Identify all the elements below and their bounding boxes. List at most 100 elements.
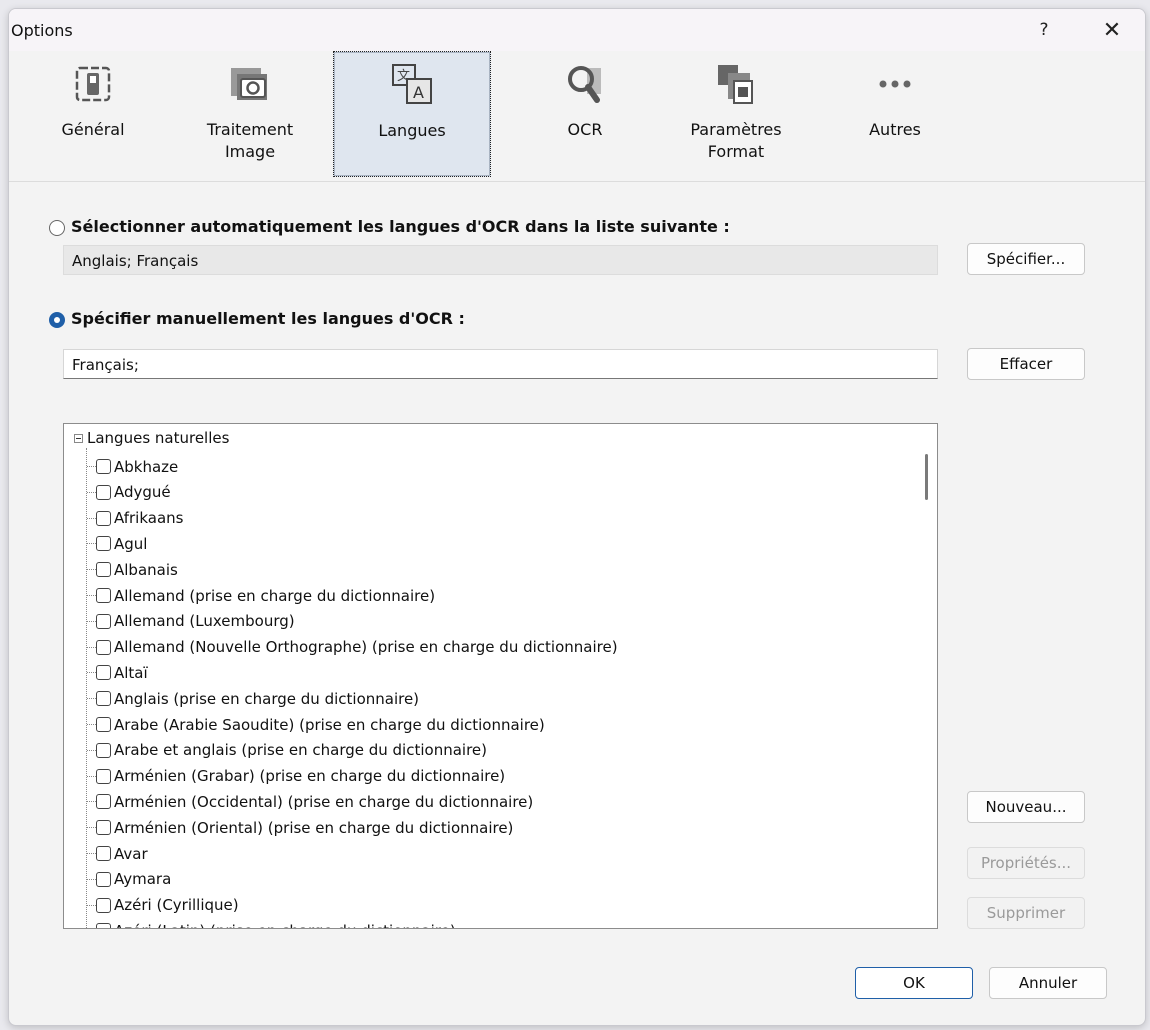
language-list-item[interactable]: Abkhaze [87,454,178,479]
language-label: Arménien (Occidental) (prise en charge d… [114,792,534,811]
language-checkbox[interactable] [96,846,111,861]
tree-connector [87,491,96,493]
tree-connector [87,698,96,700]
tree-connector [87,775,96,777]
language-list-item[interactable]: Afrikaans [87,506,183,531]
language-list-item[interactable]: Arménien (Oriental) (prise en charge du … [87,815,513,840]
language-checkbox[interactable] [96,923,111,928]
language-label: Adygué [114,483,171,502]
help-button[interactable]: ? [1021,9,1067,51]
manual-languages-radio[interactable] [49,312,65,328]
language-list-item[interactable]: Azéri (Latin) (prise en charge du dictio… [87,918,456,928]
language-checkbox[interactable] [96,871,111,887]
auto-languages-label: Sélectionner automatiquement les langues… [71,217,730,236]
language-list-item[interactable]: Albanais [87,557,178,582]
tab-languages-label: Langues [378,121,446,140]
language-checkbox[interactable] [96,613,111,629]
language-list-item[interactable]: Allemand (prise en charge du dictionnair… [87,583,435,608]
language-list-item[interactable]: Allemand (Nouvelle Orthographe) (prise e… [87,635,618,660]
language-label: Azéri (Latin) (prise en charge du dictio… [114,922,456,928]
language-label: Allemand (Luxembourg) [114,612,295,631]
language-list-item[interactable]: Azéri (Cyrillique) [87,893,239,918]
language-list-item[interactable]: Anglais (prise en charge du dictionnaire… [87,686,419,711]
auto-languages-radio[interactable] [49,220,65,236]
language-checkbox[interactable] [96,459,111,474]
language-list-item[interactable]: Aymara [87,867,171,892]
tree-connector [87,827,96,829]
language-checkbox[interactable] [96,639,111,655]
properties-button: Propriétés... [967,847,1085,879]
tab-format-settings[interactable]: Paramètres Format [681,51,791,181]
language-list-item[interactable]: Arabe et anglais (prise en charge du dic… [87,738,487,763]
manual-languages-label: Spécifier manuellement les langues d'OCR… [71,309,465,328]
ocr-magnifier-icon [563,51,607,117]
tab-others[interactable]: Autres [855,51,935,181]
collapse-icon[interactable] [74,433,83,443]
tree-connector [87,672,96,674]
language-checkbox[interactable] [96,742,111,758]
scrollbar-thumb[interactable] [925,454,928,500]
language-list-item[interactable]: Altaï [87,660,148,685]
tree-root[interactable]: Langues naturelles [74,429,229,447]
language-label: Albanais [114,560,178,579]
language-checkbox[interactable] [96,691,111,707]
language-checkbox[interactable] [96,820,111,836]
language-list-item[interactable]: Avar [87,841,148,866]
tab-ocr[interactable]: OCR [545,51,625,181]
language-checkbox[interactable] [96,768,111,784]
language-checkbox[interactable] [96,665,111,681]
language-checkbox[interactable] [96,717,111,732]
language-list-item[interactable]: Allemand (Luxembourg) [87,609,295,634]
vertical-scrollbar[interactable] [918,424,937,928]
language-list-item[interactable]: Adygué [87,480,171,505]
language-label: Aymara [114,870,172,889]
language-label: Allemand (prise en charge du dictionnair… [114,586,436,605]
tab-general-label: Général [61,120,125,139]
language-checkbox[interactable] [96,897,111,913]
ok-button[interactable]: OK [855,967,973,999]
close-button[interactable]: ✕ [1089,9,1135,51]
category-toolbar: Général Traitement Image 文 A Langues OCR… [9,51,1145,182]
language-label: Abkhaze [114,457,179,476]
language-list-item[interactable]: Arménien (Grabar) (prise en charge du di… [87,764,505,789]
tab-image-processing-label: Traitement Image [206,120,294,161]
tab-languages[interactable]: 文 A Langues [333,51,491,177]
title-bar: Options ? ✕ [9,9,1145,51]
svg-text:A: A [413,83,424,102]
tree-connector [87,749,96,751]
more-icon [875,51,915,117]
language-checkbox[interactable] [96,536,111,552]
language-checkbox[interactable] [96,794,111,810]
language-label: Allemand (Nouvelle Orthographe) (prise e… [114,638,618,657]
language-checkbox[interactable] [96,562,111,578]
clear-button[interactable]: Effacer [967,348,1085,380]
new-button[interactable]: Nouveau... [967,791,1085,823]
tree-connector [87,595,96,596]
language-label: Arménien (Grabar) (prise en charge du di… [114,767,506,786]
language-list-item[interactable]: Arabe (Arabie Saoudite) (prise en charge… [87,712,545,737]
tab-image-processing[interactable]: Traitement Image [195,51,305,181]
specify-button[interactable]: Spécifier... [967,243,1085,275]
language-checkbox[interactable] [96,484,111,500]
tab-ocr-label: OCR [567,120,603,139]
language-checkbox[interactable] [96,588,111,603]
tab-general[interactable]: Général [53,51,133,181]
cancel-button[interactable]: Annuler [989,967,1107,999]
auto-languages-field: Anglais; Français [63,245,938,275]
language-label: Arabe et anglais (prise en charge du dic… [114,741,487,760]
language-list-item[interactable]: Arménien (Occidental) (prise en charge d… [87,789,533,814]
language-checkbox[interactable] [96,510,111,526]
tree-connector [87,569,96,571]
tab-format-settings-label: Paramètres Format [690,120,782,161]
image-processing-icon [227,51,273,117]
manual-languages-input[interactable]: Français; [63,349,938,379]
tree-root-label: Langues naturelles [87,429,230,447]
language-list-item[interactable]: Agul [87,531,147,556]
language-tree[interactable]: Langues naturelles Abkhaze Adygué Afrikaan… [63,423,938,929]
tree-connector [87,724,96,725]
tree-connector [87,878,96,880]
tree-connector [87,543,96,545]
window-title: Options [11,21,73,40]
tree-connector [87,466,96,467]
tab-others-label: Autres [869,120,921,139]
